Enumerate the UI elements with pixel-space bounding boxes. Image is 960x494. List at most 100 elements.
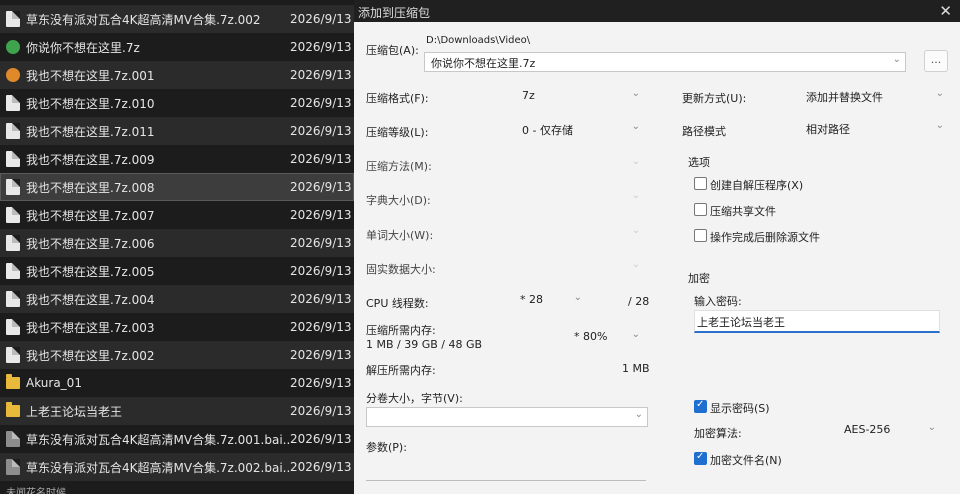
doc-icon xyxy=(6,207,20,223)
chevron-down-icon: ⌄ xyxy=(573,292,582,303)
mem-usage-combo[interactable]: * 80% ⌄ xyxy=(568,328,644,346)
path-mode-label: 路径模式 xyxy=(682,125,726,138)
file-row[interactable]: 我也不想在这里.7z.004 2026/9/13 xyxy=(0,285,354,313)
shared-files-label: 压缩共享文件 xyxy=(710,205,776,218)
dict-combo[interactable]: ⌄ xyxy=(516,189,644,207)
file-row[interactable]: 我也不想在这里.7z.003 2026/9/13 xyxy=(0,313,354,341)
archive-label: 压缩包(A): xyxy=(366,44,419,57)
chevron-down-icon: ⌄ xyxy=(631,259,640,270)
path-mode-combo[interactable]: 相对路径 ⌄ xyxy=(800,119,948,137)
file-name: 我也不想在这里.7z.005 xyxy=(26,264,155,279)
encrypt-names-label: 加密文件名(N) xyxy=(710,454,782,467)
method-label: 压缩方法(M): xyxy=(366,160,432,173)
solid-combo[interactable]: ⌄ xyxy=(516,258,644,276)
archive-name-combo[interactable]: 你说你不想在这里.7z ⌄ xyxy=(424,52,906,72)
file-name: 我也不想在这里.7z.004 xyxy=(26,292,155,307)
folder-icon xyxy=(6,374,20,389)
dialog-titlebar: 添加到压缩包 ✕ xyxy=(354,0,960,22)
decomp-label: 解压所需内存: xyxy=(366,364,436,377)
orange-archive-icon xyxy=(6,68,20,82)
chevron-down-icon: ⌄ xyxy=(631,88,640,99)
method-combo[interactable]: ⌄ xyxy=(516,155,644,173)
file-list-panel: 草东没有派对瓦合4K超高清MV合集.7z.002 2026/9/13 你说你不想在这… xyxy=(0,0,354,494)
mem-detail: 1 MB / 39 GB / 48 GB xyxy=(366,338,483,351)
file-row[interactable]: 上老王论坛当老王 2026/9/13 xyxy=(0,397,354,425)
file-name: 我也不想在这里.7z.008 xyxy=(26,180,155,195)
chevron-down-icon: ⌄ xyxy=(935,88,944,99)
file-date: 2026/9/13 xyxy=(290,68,352,82)
mem-label: 压缩所需内存: xyxy=(366,324,436,337)
chevron-down-icon: ⌄ xyxy=(892,54,901,65)
folder-icon xyxy=(6,402,20,417)
browse-button[interactable]: ... xyxy=(924,50,948,72)
split-size-combo[interactable]: ⌄ xyxy=(366,407,648,427)
file-row[interactable]: 我也不想在这里.7z.008 2026/9/13 xyxy=(0,173,354,201)
word-label: 单词大小(W): xyxy=(366,229,434,242)
chevron-down-icon: ⌄ xyxy=(634,409,643,420)
format-value: 7z xyxy=(522,89,535,102)
options-title: 选项 xyxy=(688,156,710,169)
file-date: 2026/9/13 xyxy=(290,124,352,138)
file-name: 上老王论坛当老王 xyxy=(26,404,123,419)
file-name: 我也不想在这里.7z.009 xyxy=(26,152,155,167)
doc-icon xyxy=(6,263,20,279)
password-input[interactable]: 上老王论坛当老王 xyxy=(694,310,940,333)
file-row[interactable]: 你说你不想在这里.7z 2026/9/13 xyxy=(0,33,354,61)
file-date: 2026/9/13 xyxy=(290,236,352,250)
file-date: 2026/9/13 xyxy=(290,404,352,418)
file-date: 2026/9/13 xyxy=(290,208,352,222)
show-password-label: 显示密码(S) xyxy=(710,402,770,415)
delete-source-checkbox[interactable] xyxy=(694,229,707,242)
params-input[interactable] xyxy=(366,458,646,481)
format-label: 压缩格式(F): xyxy=(366,92,429,105)
level-combo[interactable]: 0 - 仅存储 ⌄ xyxy=(516,120,644,138)
file-row[interactable]: Akura_01 2026/9/13 xyxy=(0,369,354,397)
archive-path: D:\Downloads\Video\ xyxy=(426,35,531,46)
enc-method-combo[interactable]: AES-256 ⌄ xyxy=(838,421,940,439)
file-name: 我也不想在这里.7z.002 xyxy=(26,348,155,363)
file-row[interactable]: 我也不想在这里.7z.010 2026/9/13 xyxy=(0,89,354,117)
file-name: 你说你不想在这里.7z xyxy=(26,40,140,55)
file-row[interactable]: 草东没有派对瓦合4K超高清MV合集.7z.002.bai... 2026/9/13 xyxy=(0,453,354,481)
file-row[interactable]: 我也不想在这里.7z.009 2026/9/13 xyxy=(0,145,354,173)
doc-icon xyxy=(6,95,20,111)
update-label: 更新方式(U): xyxy=(682,92,747,105)
close-icon[interactable]: ✕ xyxy=(939,2,952,20)
shared-files-checkbox[interactable] xyxy=(694,203,707,216)
file-row[interactable]: 我也不想在这里.7z.011 2026/9/13 xyxy=(0,117,354,145)
enc-method-label: 加密算法: xyxy=(694,427,742,440)
encrypt-names-checkbox[interactable] xyxy=(694,451,707,465)
file-name: 草东没有派对瓦合4K超高清MV合集.7z.001.bai... xyxy=(26,432,290,447)
solid-label: 固实数据大小: xyxy=(366,263,436,276)
format-combo[interactable]: 7z ⌄ xyxy=(516,87,644,105)
chevron-down-icon: ⌄ xyxy=(631,329,640,340)
file-date: 2026/9/13 xyxy=(290,12,352,26)
doc-icon xyxy=(6,319,20,335)
file-date: 2026/9/13 xyxy=(290,320,352,334)
file-date: 2026/9/13 xyxy=(290,292,352,306)
file-row[interactable]: 我也不想在这里.7z.005 2026/9/13 xyxy=(0,257,354,285)
file-row[interactable]: 我也不想在这里.7z.007 2026/9/13 xyxy=(0,201,354,229)
file-date: 2026/9/13 xyxy=(290,96,352,110)
file-name: 我也不想在这里.7z.003 xyxy=(26,320,155,335)
level-label: 压缩等级(L): xyxy=(366,126,429,139)
file-row[interactable]: 草东没有派对瓦合4K超高清MV合集.7z.001.bai... 2026/9/13 xyxy=(0,425,354,453)
file-row[interactable]: 我也不想在这里.7z.002 2026/9/13 xyxy=(0,341,354,369)
doc-icon xyxy=(6,179,20,195)
word-combo[interactable]: ⌄ xyxy=(516,224,644,242)
dialog-title: 添加到压缩包 xyxy=(358,6,431,20)
mem-usage-value: * 80% xyxy=(574,330,608,343)
doc-icon xyxy=(6,431,20,447)
file-row[interactable]: 草东没有派对瓦合4K超高清MV合集.7z.002 2026/9/13 xyxy=(0,5,354,33)
update-mode-combo[interactable]: 添加并替换文件 ⌄ xyxy=(800,87,948,105)
file-row[interactable]: 我也不想在这里.7z.001 2026/9/13 xyxy=(0,61,354,89)
sfx-checkbox[interactable] xyxy=(694,177,707,190)
file-name: 我也不想在这里.7z.010 xyxy=(26,96,155,111)
file-date: 2026/9/13 xyxy=(290,432,352,446)
cpu-threads-value: * 28 xyxy=(520,293,543,306)
doc-icon xyxy=(6,235,20,251)
add-to-archive-dialog: 添加到压缩包 ✕ 压缩包(A): D:\Downloads\Video\ 你说你… xyxy=(354,0,960,494)
cpu-threads-combo[interactable]: * 28 ⌄ xyxy=(514,291,586,309)
file-row[interactable]: 我也不想在这里.7z.006 2026/9/13 xyxy=(0,229,354,257)
show-password-checkbox[interactable] xyxy=(694,399,707,413)
